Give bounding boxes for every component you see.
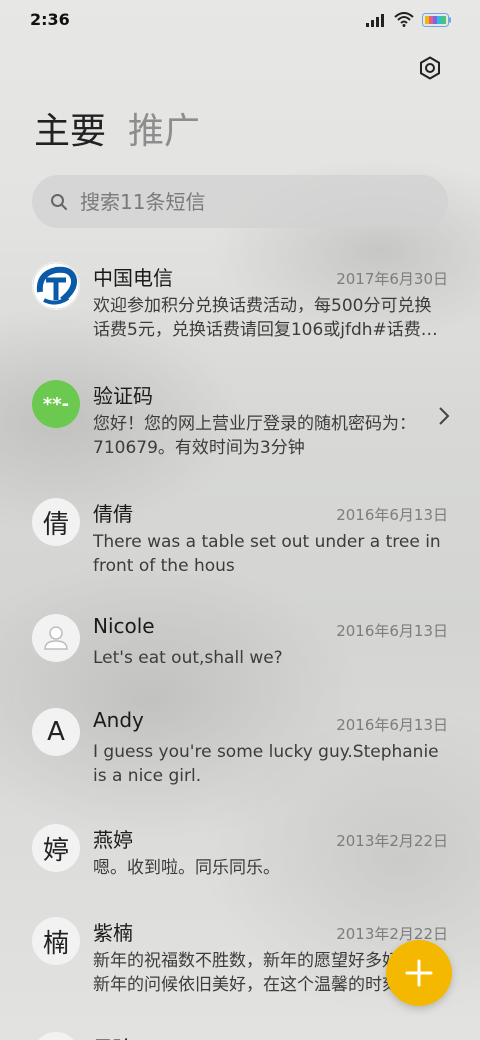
contact-name: 子玲 [93, 1032, 133, 1040]
conversation-item-nicole[interactable]: Nicole 2016年6月13日 Let's eat out,shall we… [0, 602, 480, 692]
message-date: 2013年2月22日 [336, 832, 448, 850]
status-icons [366, 12, 452, 27]
contact-name: 倩倩 [93, 502, 133, 526]
conversation-item-verification[interactable]: **- 验证码 您好！您的网上营业厅登录的随机密码为：710679。有效时间为3… [0, 368, 480, 478]
contact-name: Andy [93, 708, 144, 732]
avatar: **- [32, 380, 80, 428]
conversation-item-ziling[interactable]: 玲 子玲 [0, 1020, 480, 1040]
conversation-item-yanting[interactable]: 婷 燕婷 2013年2月22日 嗯。收到啦。同乐同乐。 [0, 812, 480, 902]
plus-icon [405, 959, 433, 987]
status-bar: 2:36 [0, 0, 480, 40]
message-date: 2013年2月22日 [336, 925, 448, 943]
contact-name: 燕婷 [93, 828, 133, 852]
contact-name: 中国电信 [93, 266, 173, 290]
status-time: 2:36 [30, 10, 70, 29]
message-date: 2016年6月13日 [336, 622, 448, 640]
person-icon [44, 626, 68, 650]
tab-primary[interactable]: 主要 [34, 108, 106, 156]
message-date: 2017年6月30日 [336, 270, 448, 288]
battery-icon [422, 12, 451, 27]
message-date: 2016年6月13日 [336, 716, 448, 734]
avatar-initial: A [47, 717, 65, 747]
message-preview: I guess you're some lucky guy.Stephanie … [93, 742, 439, 786]
chevron-right-icon [439, 407, 450, 425]
contact-name: Nicole [93, 614, 155, 638]
message-preview: Let's eat out,shall we? [93, 648, 283, 668]
conversation-item-telecom[interactable]: 中国电信 2017年6月30日 欢迎参加积分兑换话费活动，每500分可兑换话费5… [0, 250, 480, 360]
wifi-icon [394, 12, 414, 27]
china-telecom-logo-icon [32, 262, 80, 310]
avatar: 楠 [32, 917, 80, 965]
settings-icon [420, 56, 440, 80]
code-avatar-text: **- [42, 393, 70, 415]
avatar: 婷 [32, 824, 80, 872]
conversation-item-andy[interactable]: A Andy 2016年6月13日 I guess you're some lu… [0, 696, 480, 806]
message-preview: There was a table set out under a tree i… [93, 532, 441, 576]
avatar-initial: 楠 [42, 928, 69, 959]
tab-promotions[interactable]: 推广 [128, 108, 200, 156]
tabs: 主要 推广 [34, 108, 200, 156]
conversation-item-qianqian[interactable]: 倩 倩倩 2016年6月13日 There was a table set ou… [0, 486, 480, 596]
contact-name: 紫楠 [93, 921, 133, 945]
message-preview: 欢迎参加积分兑换话费活动，每500分可兑换话费5元，兑换话费请回复106或jfd… [93, 296, 438, 340]
contact-name: 验证码 [93, 384, 153, 408]
signal-icon [366, 13, 384, 27]
new-message-button[interactable] [386, 940, 452, 1006]
search-icon [51, 193, 67, 210]
avatar: 玲 [32, 1032, 80, 1040]
message-preview: 您好！您的网上营业厅登录的随机密码为：710679。有效时间为3分钟 [93, 414, 416, 458]
search-bar[interactable] [32, 175, 448, 228]
avatar: 倩 [32, 498, 80, 546]
avatar [32, 614, 80, 662]
avatar: A [32, 708, 80, 756]
message-date: 2016年6月13日 [336, 506, 448, 524]
settings-button[interactable] [418, 56, 442, 80]
avatar-initial: 婷 [42, 835, 69, 866]
avatar [32, 262, 80, 310]
search-input[interactable] [78, 188, 422, 215]
avatar-initial: 倩 [42, 509, 69, 540]
message-preview: 嗯。收到啦。同乐同乐。 [93, 858, 280, 878]
